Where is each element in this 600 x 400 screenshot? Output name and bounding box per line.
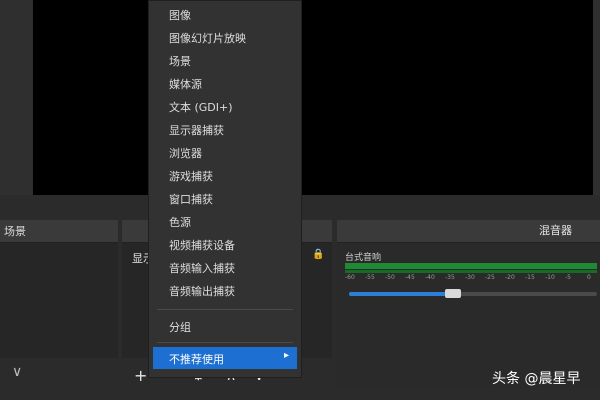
volume-scale: -60 -55 -50 -45 -40 -35 -30 -25 -20 -15 … xyxy=(345,274,597,284)
scale-tick: 0 xyxy=(587,274,591,281)
menu-item-audio-input-capture[interactable]: 音频输入捕获 xyxy=(169,260,235,276)
menu-item-deprecated[interactable]: 不推荐使用 ▸ xyxy=(153,347,297,369)
menu-item-scene[interactable]: 场景 xyxy=(169,53,191,69)
volume-meter-peak xyxy=(345,270,597,273)
volume-slider-handle[interactable] xyxy=(445,289,461,298)
scale-tick: -10 xyxy=(545,274,555,281)
menu-separator xyxy=(157,309,293,310)
scale-tick: -15 xyxy=(525,274,535,281)
menu-item-media-source[interactable]: 媒体源 xyxy=(169,76,202,92)
scenes-dock-title: 场景 xyxy=(4,225,26,238)
menu-item-audio-output-capture[interactable]: 音频输出捕获 xyxy=(169,283,235,299)
right-panel-strip xyxy=(593,0,600,195)
menu-item-video-capture-device[interactable]: 视频捕获设备 xyxy=(169,237,235,253)
scale-tick: -40 xyxy=(425,274,435,281)
scale-tick: -50 xyxy=(385,274,395,281)
submenu-arrow-icon: ▸ xyxy=(283,350,289,361)
menu-separator xyxy=(157,342,293,343)
scale-tick: -45 xyxy=(405,274,415,281)
menu-item-display-capture[interactable]: 显示器捕获 xyxy=(169,122,224,138)
menu-item-deprecated-label: 不推荐使用 xyxy=(169,353,224,366)
add-source-button[interactable]: + xyxy=(134,368,147,384)
menu-item-image-slideshow[interactable]: 图像幻灯片放映 xyxy=(169,30,246,46)
scenes-list[interactable] xyxy=(0,243,118,358)
menu-item-image[interactable]: 图像 xyxy=(169,7,191,23)
scale-tick: -35 xyxy=(445,274,455,281)
left-panel-strip xyxy=(0,0,33,195)
menu-item-group[interactable]: 分组 xyxy=(169,319,191,335)
watermark: 头条 @晨星早 xyxy=(492,371,581,387)
scale-tick: -60 xyxy=(345,274,355,281)
menu-item-text-gdi[interactable]: 文本 (GDI+) xyxy=(169,99,233,115)
mixer-track-name: 台式音响 xyxy=(345,253,382,263)
menu-item-window-capture[interactable]: 窗口捕获 xyxy=(169,191,213,207)
menu-item-color-source[interactable]: 色源 xyxy=(169,214,191,230)
scale-tick: -20 xyxy=(505,274,515,281)
menu-item-browser[interactable]: 浏览器 xyxy=(169,145,202,161)
add-source-menu: 图像 图像幻灯片放映 场景 媒体源 文本 (GDI+) 显示器捕获 浏览器 游戏… xyxy=(148,0,302,378)
scenes-dock-header: 场景 xyxy=(0,220,118,243)
menu-item-game-capture[interactable]: 游戏捕获 xyxy=(169,168,213,184)
chevron-down-icon[interactable]: ∨ xyxy=(12,364,22,380)
mixer-dock-header: 混音器 xyxy=(337,220,600,243)
scale-tick: -30 xyxy=(465,274,475,281)
volume-slider-fill xyxy=(349,292,447,296)
lock-icon[interactable]: 🔒 xyxy=(312,249,324,260)
preview-canvas[interactable] xyxy=(33,0,593,195)
scale-tick: -25 xyxy=(485,274,495,281)
volume-meter xyxy=(345,263,597,269)
scale-tick: -5 xyxy=(565,274,571,281)
mixer-dock-title: 混音器 xyxy=(539,224,572,237)
scale-tick: -55 xyxy=(365,274,375,281)
